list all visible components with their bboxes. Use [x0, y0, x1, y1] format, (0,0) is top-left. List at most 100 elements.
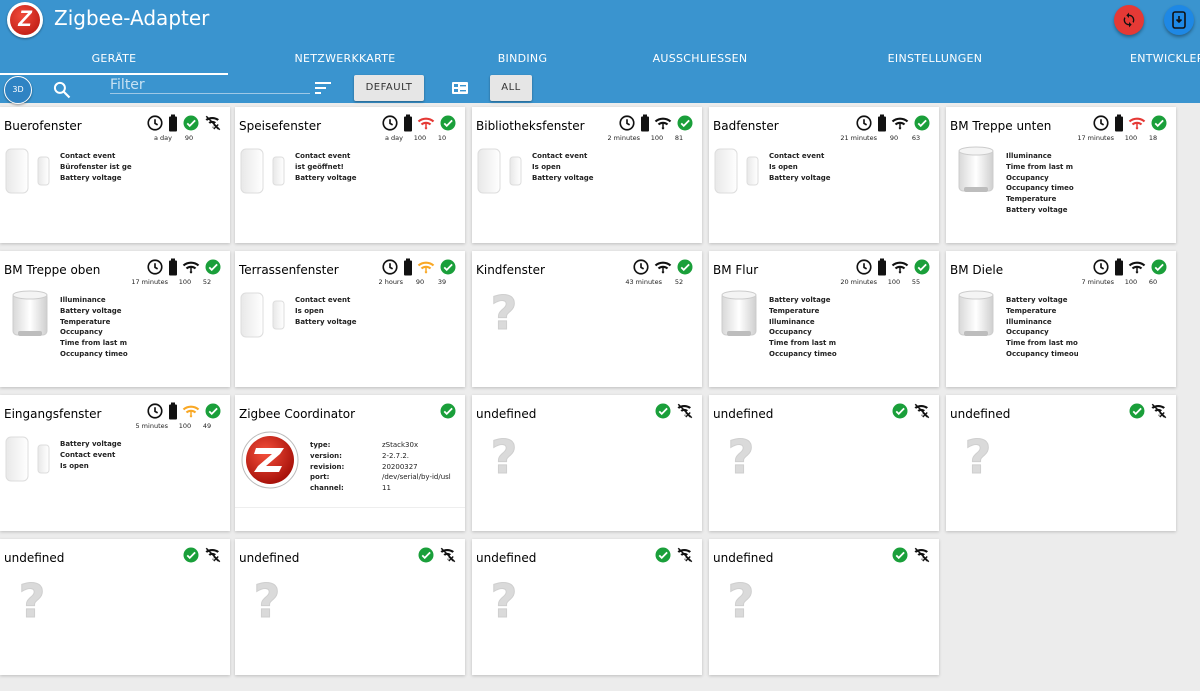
battery-value: 100: [178, 422, 192, 430]
unknown-device-icon: ?: [490, 433, 518, 479]
last-seen-value: a day: [153, 134, 172, 142]
property-label: Is open: [60, 461, 89, 470]
property-label: Time from last m: [1006, 162, 1074, 171]
last-seen-value: 17 minutes: [131, 278, 168, 286]
device-card[interactable]: undefined?: [472, 395, 702, 531]
link-quality-icon: [182, 405, 200, 418]
status-ok-icon: [183, 547, 199, 563]
device-title: undefined: [4, 551, 65, 565]
link-quality-icon: [417, 261, 435, 274]
svg-text:?: ?: [728, 433, 755, 479]
device-card[interactable]: Terrassenfenster 2 hours 90 39 Contact event…: [235, 251, 465, 387]
property-label: Occupancy: [769, 328, 812, 337]
no-link-icon: [914, 403, 930, 419]
all-devices-button[interactable]: ALL: [490, 75, 532, 101]
device-title: undefined: [950, 407, 1011, 421]
device-card[interactable]: Speisefenster a day 100 10 Contact event ist …: [235, 107, 465, 243]
battery-icon: [404, 258, 412, 276]
property-label: Contact event: [532, 152, 588, 160]
tab-network-map[interactable]: NETZWERKKARTE: [260, 52, 430, 74]
search-icon[interactable]: [52, 80, 72, 100]
property-label: Battery voltage: [1006, 296, 1068, 304]
battery-icon: [169, 258, 177, 276]
status-ok-icon: [892, 547, 908, 563]
refresh-button[interactable]: [1114, 5, 1144, 35]
status-ok-icon: [440, 115, 456, 131]
motion-sensor-image: [958, 146, 994, 192]
device-title: BM Treppe oben: [4, 263, 101, 277]
property-label: Is open: [532, 162, 561, 171]
status-ok-icon: [655, 403, 671, 419]
link-quality-value: 52: [674, 278, 684, 286]
link-quality-icon: [182, 261, 200, 274]
property-label: Is open: [769, 162, 798, 171]
device-card[interactable]: undefined?: [709, 395, 939, 531]
device-title: undefined: [476, 551, 537, 565]
device-card[interactable]: undefined?: [946, 395, 1176, 531]
property-label: Occupancy timeou: [1006, 349, 1078, 358]
property-label: Battery voltage: [60, 173, 122, 182]
device-status-icons: [891, 402, 931, 420]
coord-key: type:: [310, 441, 331, 449]
status-ok-icon: [1129, 403, 1145, 419]
tab-developer[interactable]: ENTWICKLER: [1130, 52, 1200, 74]
device-card[interactable]: BM Treppe oben 17 minutes 100 52 Illuminance…: [0, 251, 230, 387]
coord-key: version:: [310, 451, 342, 460]
battery-value: 100: [1124, 278, 1138, 286]
device-card[interactable]: Bibliotheksfenster 2 minutes 100 81 Contact …: [472, 107, 702, 243]
device-title: undefined: [239, 551, 300, 565]
phone-download-icon: [1172, 11, 1186, 29]
device-card[interactable]: Zigbee Coordinator type: zStack30x version:…: [235, 395, 465, 531]
device-card[interactable]: undefined?: [235, 539, 465, 675]
device-card[interactable]: undefined?: [709, 539, 939, 675]
device-card[interactable]: undefined?: [472, 539, 702, 675]
tab-binding[interactable]: BINDING: [470, 52, 575, 74]
device-properties: Contact event Is open Battery voltage: [532, 151, 604, 183]
status-ok-icon: [205, 403, 221, 419]
coord-value: 11: [382, 484, 391, 493]
unknown-device-icon: ?: [490, 289, 518, 335]
clock-icon: [382, 115, 398, 131]
device-status-icons: [381, 114, 457, 132]
device-card[interactable]: Eingangsfenster 5 minutes 100 49 Battery vol…: [0, 395, 230, 531]
battery-value: 90: [184, 134, 194, 142]
status-ok-icon: [914, 115, 930, 131]
clock-icon: [856, 259, 872, 275]
3d-view-button[interactable]: 3D: [4, 76, 32, 104]
property-label: Illuminance: [1006, 152, 1052, 160]
view-mode-icon[interactable]: [452, 82, 468, 94]
install-device-button[interactable]: [1164, 5, 1194, 35]
device-card[interactable]: BM Diele 7 minutes 100 60 Battery voltage Tem…: [946, 251, 1176, 387]
link-quality-value: 39: [437, 278, 447, 286]
tab-devices[interactable]: GERÄTE: [0, 52, 228, 74]
clock-icon: [633, 259, 649, 275]
tab-exclude[interactable]: AUSSCHLIESSEN: [630, 52, 770, 74]
link-quality-icon: [891, 261, 909, 274]
property-label: Contact event: [295, 296, 351, 304]
property-label: Battery voltage: [60, 440, 122, 448]
status-ok-icon: [183, 115, 199, 131]
unknown-device-icon: ?: [727, 433, 755, 479]
device-card[interactable]: undefined?: [0, 539, 230, 675]
tab-settings[interactable]: EINSTELLUNGEN: [860, 52, 1010, 74]
sort-icon[interactable]: [315, 81, 331, 95]
device-status-icons: [855, 258, 931, 276]
device-card[interactable]: Badfenster 21 minutes 90 63 Contact event Is …: [709, 107, 939, 243]
device-values: 17 minutes 100 52: [131, 277, 218, 287]
svg-text:?: ?: [491, 577, 518, 623]
default-sort-button[interactable]: DEFAULT: [354, 75, 424, 101]
device-card[interactable]: Kindfenster 43 minutes 52?: [472, 251, 702, 387]
device-status-icons: [1092, 258, 1168, 276]
device-title: Kindfenster: [476, 263, 545, 277]
no-link-icon: [205, 547, 221, 563]
property-label: Occupancy: [1006, 173, 1049, 182]
property-label: Battery voltage: [295, 173, 357, 182]
status-ok-icon: [655, 547, 671, 563]
device-card[interactable]: Buerofenster a day 90 Contact event Bürofens…: [0, 107, 230, 243]
filter-input[interactable]: [110, 76, 310, 94]
property-label: Contact event: [295, 152, 351, 160]
device-card[interactable]: BM Treppe unten 17 minutes 100 18 Illuminanc…: [946, 107, 1176, 243]
contact-sensor-image: [5, 148, 50, 194]
device-card[interactable]: BM Flur 20 minutes 100 55 Battery voltage Tem…: [709, 251, 939, 387]
device-status-icons: [146, 402, 222, 420]
